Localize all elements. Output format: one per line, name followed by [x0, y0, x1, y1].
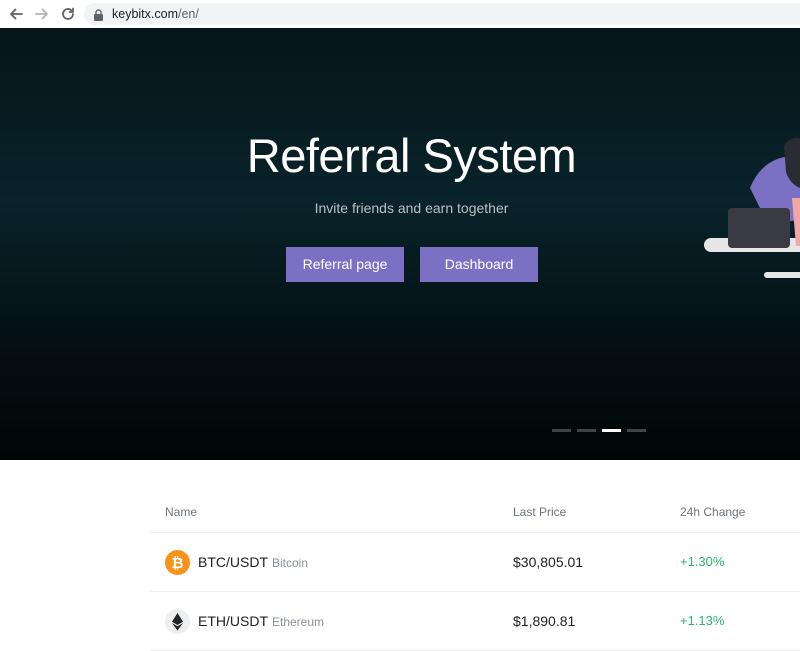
carousel-dot[interactable]	[627, 429, 646, 432]
browser-toolbar: keybitx.com/en/	[0, 0, 800, 29]
url-text: keybitx.com/en/	[112, 3, 199, 25]
lock-icon	[94, 8, 103, 21]
hero-subtitle: Invite friends and earn together	[314, 200, 509, 216]
reload-icon[interactable]	[58, 4, 78, 24]
pair-cell: ETH/USDT Ethereum	[198, 613, 324, 629]
bitcoin-icon: ₿	[165, 550, 190, 575]
table-row[interactable]: ETH/USDT Ethereum $1,890.81 +1.13%	[150, 592, 800, 651]
hero-title: Referral System	[246, 129, 577, 182]
ethereum-icon	[165, 609, 190, 634]
carousel-dot[interactable]	[552, 429, 571, 432]
coin-name: Ethereum	[272, 615, 325, 629]
person-laptop-illustration	[704, 137, 800, 278]
address-bar[interactable]: keybitx.com/en/	[84, 3, 800, 25]
hero-banner: Referral System Invite friends and earn …	[0, 28, 800, 460]
url-domain: keybitx.com	[112, 7, 178, 21]
change-24h: +1.30%	[680, 554, 725, 569]
last-price: $1,890.81	[513, 613, 576, 629]
table-header: Name Last Price 24h Change	[150, 460, 800, 533]
column-header-24h-change[interactable]: 24h Change	[680, 505, 745, 519]
table-row[interactable]: ₿ BTC/USDT Bitcoin $30,805.01 +1.30%	[150, 533, 800, 592]
carousel-dot[interactable]	[577, 429, 596, 432]
last-price: $30,805.01	[513, 554, 584, 570]
referral-page-button[interactable]: Referral page	[286, 247, 404, 282]
svg-text:₿: ₿	[171, 554, 183, 572]
coin-name: Bitcoin	[272, 556, 309, 570]
market-table: Name Last Price 24h Change ₿ BTC/USDT Bit…	[150, 460, 800, 651]
pair-symbol: BTC/USDT	[198, 554, 268, 570]
change-24h: +1.13%	[680, 613, 725, 628]
forward-arrow-icon[interactable]	[32, 4, 52, 24]
column-header-name[interactable]: Name	[165, 505, 197, 519]
pair-cell: BTC/USDT Bitcoin	[198, 554, 308, 570]
url-path: /en/	[178, 7, 199, 21]
pair-symbol: ETH/USDT	[198, 613, 268, 629]
carousel-dot-active[interactable]	[602, 429, 621, 432]
dashboard-button[interactable]: Dashboard	[420, 247, 538, 282]
column-header-last-price[interactable]: Last Price	[513, 505, 566, 519]
back-arrow-icon[interactable]	[6, 4, 26, 24]
